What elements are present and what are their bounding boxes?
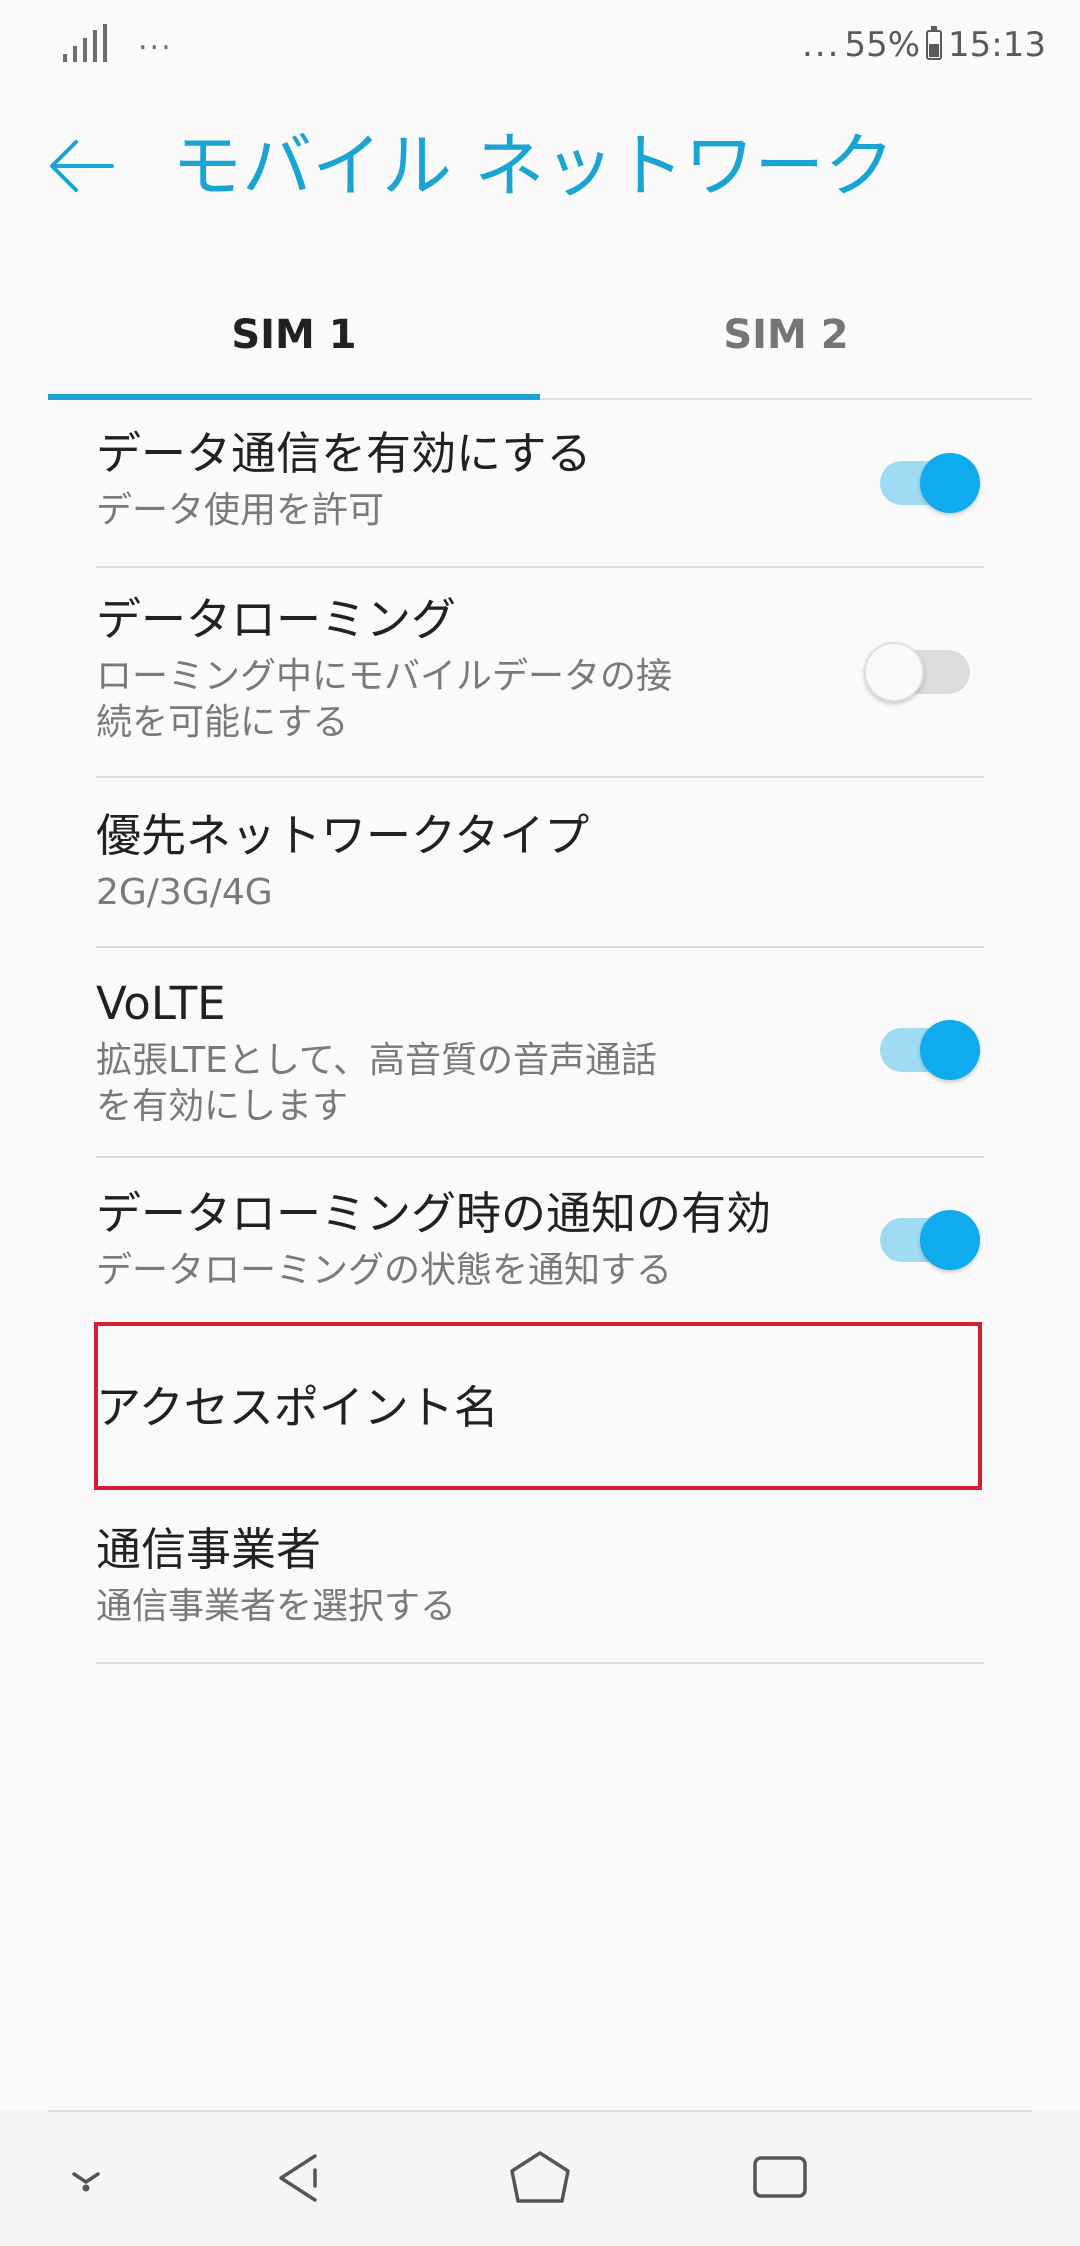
setting-summary: データ使用を許可 xyxy=(96,490,385,531)
home-icon xyxy=(510,2151,570,2203)
setting-summary: 通信事業者を選択する xyxy=(96,1586,457,1627)
setting-title: データローミング時の通知の有効 xyxy=(96,1187,772,1240)
battery-percent: 55% xyxy=(844,25,921,65)
summary-line: 拡張LTEとして、高音質の音声通話 xyxy=(96,1040,657,1081)
roaming-notification-toggle[interactable] xyxy=(868,1210,980,1270)
settings-list: データ通信を有効にする データ使用を許可 データローミング ローミング中にモバイ… xyxy=(96,400,984,1664)
setting-title: 通信事業者 xyxy=(96,1523,322,1576)
arrow-back-icon xyxy=(50,140,114,192)
setting-data-roaming[interactable]: データローミング ローミング中にモバイルデータの接 続を可能にする xyxy=(96,568,984,778)
setting-volte[interactable]: VoLTE 拡張LTEとして、高音質の音声通話 を有効にします xyxy=(96,948,984,1158)
tab-sim-2[interactable]: SIM 2 xyxy=(540,272,1032,398)
setting-carrier[interactable]: 通信事業者 通信事業者を選択する xyxy=(96,1492,984,1664)
setting-title: データ通信を有効にする xyxy=(96,427,592,480)
tab-sim-2-label: SIM 2 xyxy=(723,312,849,358)
setting-preferred-network-type[interactable]: 優先ネットワークタイプ 2G/3G/4G xyxy=(96,778,984,948)
tab-sim-1[interactable]: SIM 1 xyxy=(48,272,540,398)
setting-summary: データローミングの状態を通知する xyxy=(96,1250,673,1291)
data-enabled-toggle[interactable] xyxy=(868,453,980,513)
setting-access-point-names[interactable]: アクセスポイント名 xyxy=(96,1324,984,1492)
recents-button[interactable] xyxy=(720,2110,840,2246)
battery-icon xyxy=(926,26,943,60)
setting-title: VoLTE xyxy=(96,977,226,1030)
setting-summary: ローミング中にモバイルデータの接 続を可能にする xyxy=(96,654,672,746)
app-bar: モバイル ネットワーク xyxy=(0,90,1080,240)
navigation-bar xyxy=(0,2110,1080,2246)
summary-line: 続を可能にする xyxy=(96,702,349,743)
home-button[interactable] xyxy=(480,2110,600,2246)
signal-strength-icon xyxy=(63,24,107,62)
setting-title: アクセスポイント名 xyxy=(96,1381,499,1434)
clock-time: 15:13 xyxy=(948,25,1046,65)
status-overflow-dots: ... xyxy=(802,25,841,65)
setting-title: データローミング xyxy=(96,593,457,646)
sim-tabs: SIM 1 SIM 2 xyxy=(48,272,1032,400)
summary-line: ローミング中にモバイルデータの接 xyxy=(96,656,673,697)
status-right-group: ... 55% 15:13 xyxy=(802,22,1046,68)
collapse-icon xyxy=(72,2172,100,2192)
nav-divider xyxy=(48,2110,1032,2112)
tab-sim-1-label: SIM 1 xyxy=(231,312,357,358)
setting-summary: 2G/3G/4G xyxy=(96,872,273,913)
setting-roaming-notification[interactable]: データローミング時の通知の有効 データローミングの状態を通知する xyxy=(96,1158,984,1324)
setting-title: 優先ネットワークタイプ xyxy=(96,809,590,862)
page-title: モバイル ネットワーク xyxy=(172,125,895,207)
setting-data-enabled[interactable]: データ通信を有効にする データ使用を許可 xyxy=(96,400,984,568)
collapse-button[interactable] xyxy=(26,2110,146,2246)
setting-summary: 拡張LTEとして、高音質の音声通話 を有効にします xyxy=(96,1038,657,1130)
notification-overflow-dots: ... xyxy=(138,22,173,57)
data-roaming-toggle[interactable] xyxy=(864,642,980,702)
status-bar: ... ... 55% 15:13 xyxy=(0,0,1080,90)
back-button[interactable] xyxy=(40,126,120,206)
recents-icon xyxy=(753,2156,807,2198)
summary-line: を有効にします xyxy=(96,1086,349,1127)
back-triangle-icon xyxy=(279,2154,317,2202)
back-nav-button[interactable] xyxy=(240,2110,360,2246)
volte-toggle[interactable] xyxy=(868,1020,980,1080)
